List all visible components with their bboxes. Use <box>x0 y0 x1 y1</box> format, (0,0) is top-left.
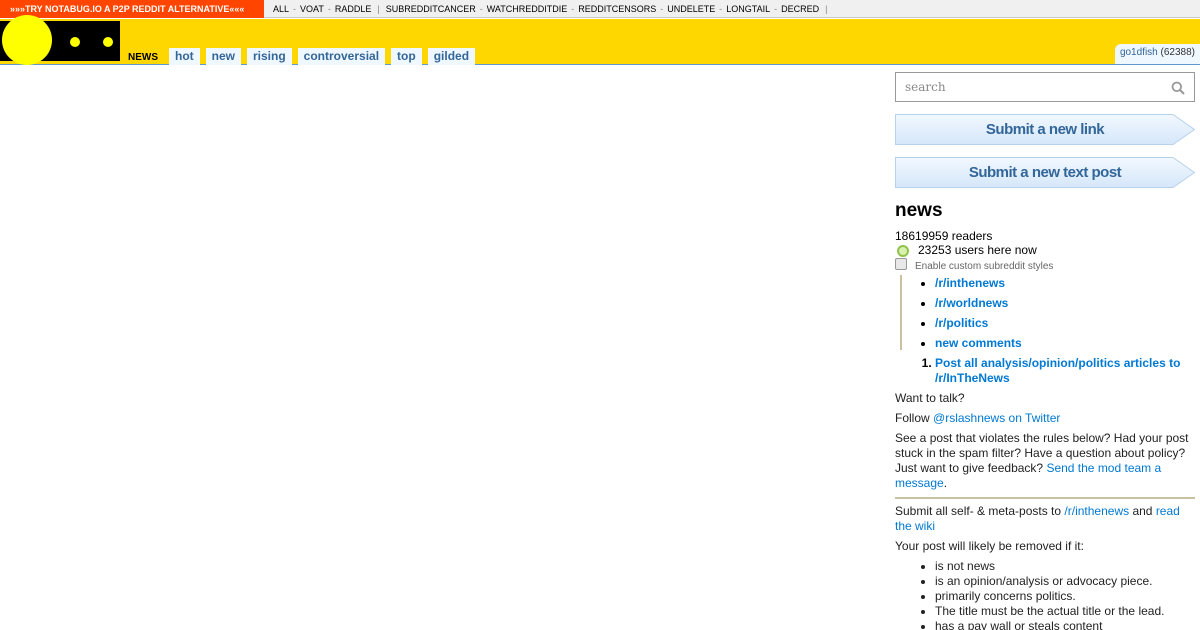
submit-link-label: Submit a new link <box>985 121 1105 138</box>
nav-item: /r/worldnews <box>935 295 1195 315</box>
follow-prefix: Follow <box>895 411 934 425</box>
username-link[interactable]: go1dfish <box>1120 47 1158 58</box>
promo-link[interactable]: »»»TRY NOTABUG.IO A P2P REDDIT ALTERNATI… <box>0 0 264 18</box>
follow-text: Follow @rslashnews on Twitter <box>895 411 1195 426</box>
nav-link-politics[interactable]: /r/politics <box>935 316 988 330</box>
tab-top[interactable]: top <box>391 48 422 65</box>
nav-divider-line <box>900 275 902 350</box>
sidebar: search Submit a new link Submit a new te… <box>895 72 1195 630</box>
sidebar-nav: /r/inthenews /r/worldnews /r/politics ne… <box>895 275 1195 355</box>
separator: - <box>774 3 778 14</box>
nav-link-new-comments[interactable]: new comments <box>935 336 1022 350</box>
submit-text-label: Submit a new text post <box>968 164 1122 181</box>
inthenews-link[interactable]: /r/inthenews <box>1064 504 1129 518</box>
submit-text-button[interactable]: Submit a new text post <box>895 157 1195 188</box>
page-name[interactable]: NEWS <box>128 52 158 63</box>
custom-styles-toggle[interactable]: Enable custom subreddit styles <box>895 258 1195 272</box>
nav-item: /r/inthenews <box>935 275 1195 295</box>
search-placeholder: search <box>905 80 946 94</box>
search-input[interactable]: search <box>895 72 1195 102</box>
removal-reason-item: The title must be the actual title or th… <box>935 604 1195 619</box>
modmail-text: See a post that violates the rules below… <box>895 431 1195 491</box>
removal-intro: Your post will likely be removed if it: <box>895 539 1084 553</box>
rule-item: Post all analysis/opinion/politics artic… <box>935 356 1195 386</box>
rule-link[interactable]: Post all analysis/opinion/politics artic… <box>935 356 1180 385</box>
meta-mid: and <box>1129 504 1156 518</box>
removal-reason-item: primarily concerns politics. <box>935 589 1195 604</box>
tab-gilded[interactable]: gilded <box>427 48 476 65</box>
sidebar-divider <box>895 497 1195 499</box>
sr-link-redditcensors[interactable]: REDDITCENSORS <box>578 4 656 14</box>
karma-count: (62388) <box>1160 47 1195 58</box>
tab-controversial[interactable]: controversial <box>297 48 386 65</box>
subreddit-links: ALL - VOAT - RADDLE | SUBREDDITCANCER - … <box>264 4 833 14</box>
separator: | <box>377 3 380 14</box>
sr-link-longtail[interactable]: LONGTAIL <box>726 4 770 14</box>
online-indicator-icon <box>897 245 909 257</box>
nav-item: /r/politics <box>935 315 1195 335</box>
want-talk-text: Want to talk? <box>895 391 965 405</box>
sr-link-watchredditdie[interactable]: WATCHREDDITDIE <box>487 4 568 14</box>
submit-link-button[interactable]: Submit a new link <box>895 114 1195 145</box>
separator: - <box>479 3 483 14</box>
nav-link-worldnews[interactable]: /r/worldnews <box>935 296 1008 310</box>
separator: - <box>571 3 575 14</box>
tab-rising[interactable]: rising <box>247 48 292 65</box>
modmail-end: . <box>943 476 948 490</box>
sr-link-voat[interactable]: VOAT <box>300 4 324 14</box>
custom-styles-checkbox[interactable] <box>895 258 907 270</box>
custom-styles-label: Enable custom subreddit styles <box>915 261 1054 272</box>
user-box: go1dfish (62388) <box>1114 44 1200 64</box>
search-icon[interactable] <box>1171 81 1185 95</box>
separator: - <box>660 3 664 14</box>
removal-reason-item: is an opinion/analysis or advocacy piece… <box>935 574 1195 589</box>
header: NEWS hot new rising controversial top gi… <box>0 15 1200 65</box>
separator: | <box>825 3 828 14</box>
sort-tabs: hot new rising controversial top gilded <box>169 48 481 65</box>
tab-hot[interactable]: hot <box>169 48 200 65</box>
removal-reason-item: is not news <box>935 559 1195 574</box>
sr-link-decred[interactable]: DECRED <box>781 4 819 14</box>
users-online: 23253 users here now <box>895 243 1195 257</box>
meta-prefix: Submit all self- & meta-posts to <box>895 504 1065 518</box>
readers-count: 18619959 readers <box>895 229 993 243</box>
logo-sun-shape <box>2 15 52 65</box>
sr-link-all[interactable]: ALL <box>273 4 289 14</box>
separator: - <box>327 3 331 14</box>
nav-link-inthenews[interactable]: /r/inthenews <box>935 276 1005 290</box>
logo-eye-left <box>70 37 80 47</box>
removal-reason-item: has a pay wall or steals content <box>935 619 1195 630</box>
twitter-link[interactable]: @rslashnews on Twitter <box>933 411 1060 425</box>
meta-posts-text: Submit all self- & meta-posts to /r/inth… <box>895 504 1195 534</box>
top-subreddit-bar: »»»TRY NOTABUG.IO A P2P REDDIT ALTERNATI… <box>0 0 1200 18</box>
subreddit-logo[interactable] <box>0 15 120 65</box>
removal-reasons-list: is not news is an opinion/analysis or ad… <box>895 559 1195 630</box>
separator: - <box>719 3 723 14</box>
nav-item: new comments <box>935 335 1195 355</box>
users-online-label: 23253 users here now <box>918 243 1037 257</box>
tab-new[interactable]: new <box>205 48 241 65</box>
subreddit-title[interactable]: news <box>895 200 1195 222</box>
sr-link-subredditcancer[interactable]: SUBREDDITCANCER <box>386 4 476 14</box>
logo-eye-right <box>103 37 113 47</box>
sr-link-raddle[interactable]: RADDLE <box>335 4 372 14</box>
separator: - <box>293 3 297 14</box>
rules-list: Post all analysis/opinion/politics artic… <box>895 356 1195 386</box>
sr-link-undelete[interactable]: UNDELETE <box>667 4 715 14</box>
